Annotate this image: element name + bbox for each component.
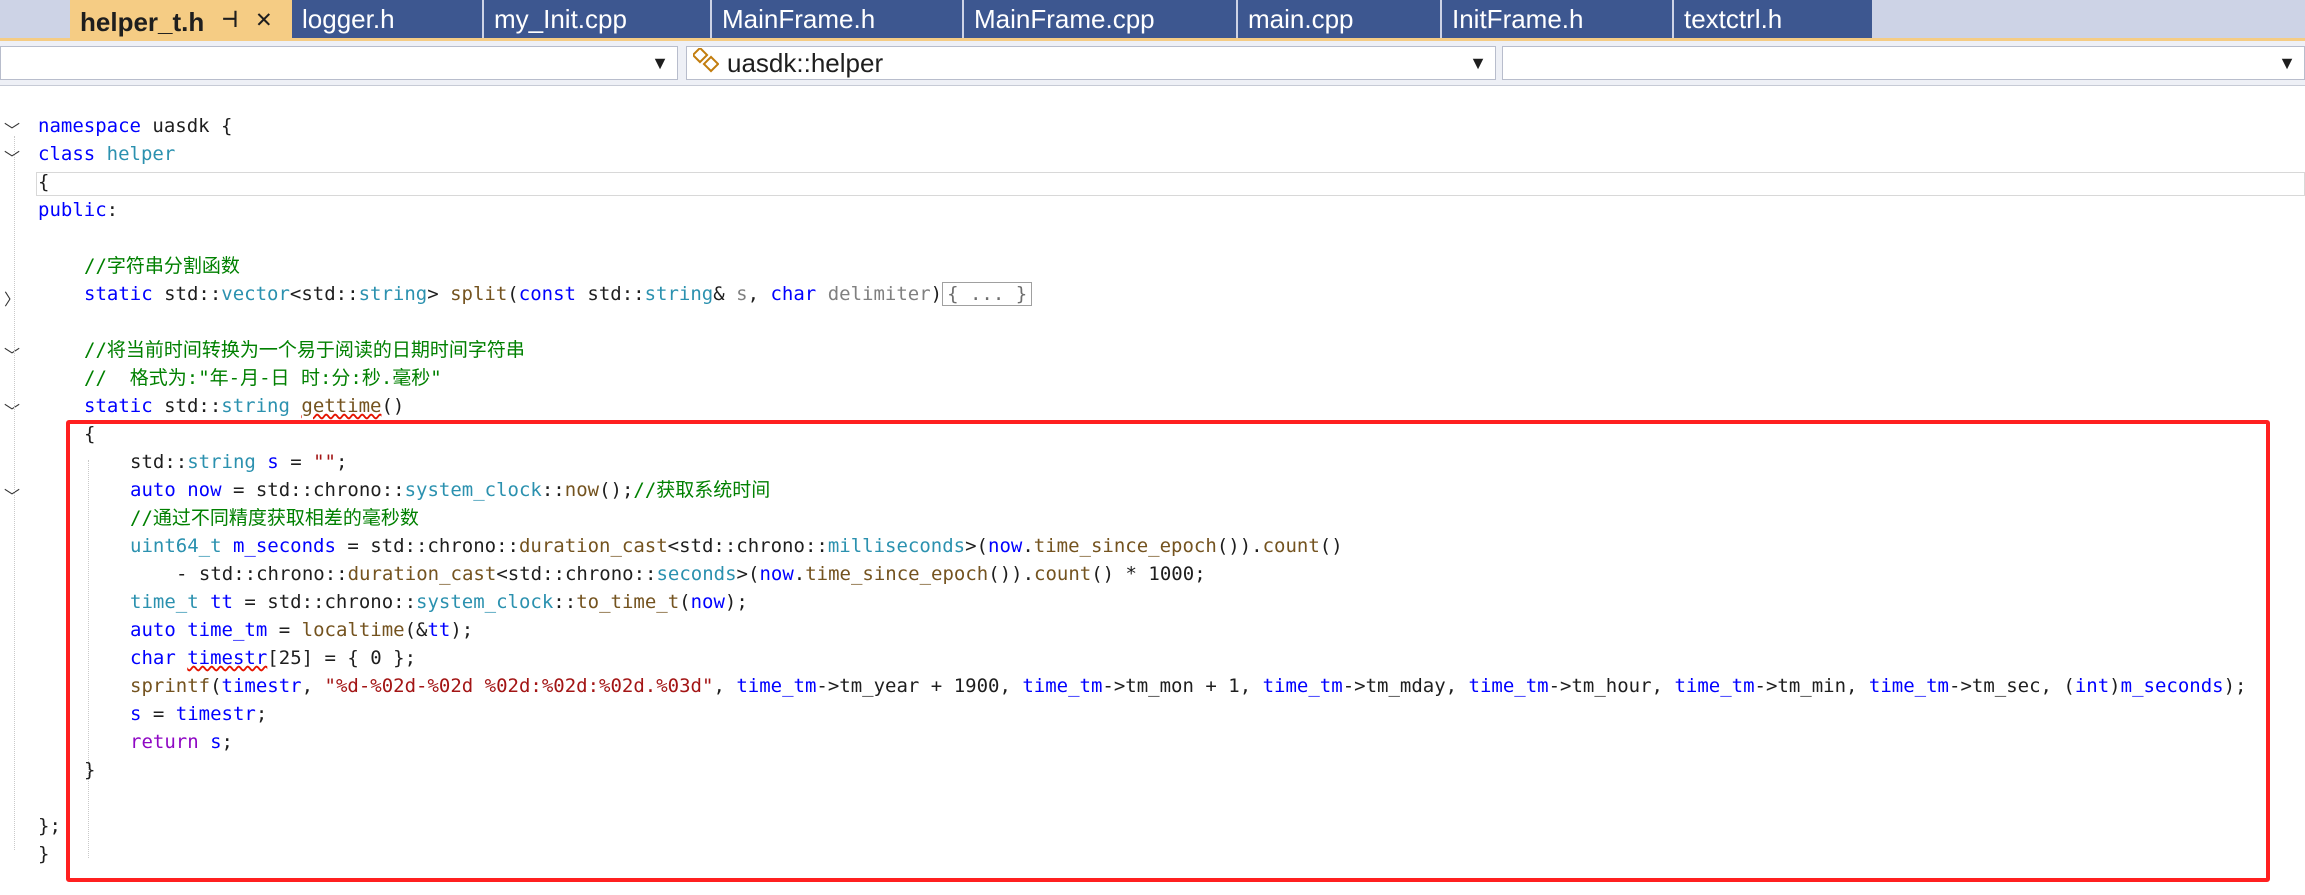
punctuation: : [106,199,119,221]
fold-collapse-icon[interactable]: ﹀ [4,342,20,366]
chevron-down-icon: ▼ [651,53,669,73]
code-line: } [38,841,49,867]
code-editor[interactable]: ﹀ ﹀ 〉 ﹀ ﹀ ﹀ namespace uasdk { class help… [0,86,2305,895]
chevron-down-icon: ▼ [2278,53,2296,73]
comment: //获取系统时间 [633,479,771,501]
tab-label: helper_t.h [80,7,205,37]
code-line: char timestr[25] = { 0 }; [130,647,417,669]
tab-label: logger.h [302,4,395,34]
code-line: - std::chrono::duration_cast<std::chrono… [176,563,1206,585]
code-line: //将当前时间转换为一个易于阅读的日期时间字符串 [84,337,525,363]
code-line: static std::vector<std::string> split(co… [84,281,1033,307]
brace: }; [38,815,61,837]
close-icon[interactable]: ✕ [256,0,272,38]
number-literal: 25 [278,647,302,669]
number-literal: 1900 [953,675,1000,697]
tab-label: main.cpp [1248,4,1354,34]
code-line: auto time_tm = localtime(&tt); [130,619,474,641]
number-literal: 0 [370,647,382,669]
string-literal: "" [313,451,336,473]
tab-initframe-h[interactable]: InitFrame.h [1442,0,1672,38]
code-line: time_t tt = std::chrono::system_clock::t… [130,591,748,613]
current-line-indicator [36,172,2305,196]
code-line: //字符串分割函数 [84,253,240,279]
project-scope-dropdown[interactable]: ▼ [0,46,678,80]
tab-label: textctrl.h [1684,4,1783,34]
fold-collapse-icon[interactable]: ﹀ [4,145,20,169]
string-literal: "%d-%02d-%02d %02d:%02d:%02d.%03d" [324,675,714,697]
tab-label: MainFrame.h [722,4,876,34]
fold-collapse-icon[interactable]: ﹀ [4,117,20,141]
number-literal: 1000 [1148,563,1195,585]
chevron-down-icon: ▼ [1469,53,1487,73]
indent-guide [14,136,15,850]
code-line: class helper [38,141,175,167]
code-line: sprintf(timestr, "%d-%02d-%02d %02d:%02d… [130,675,2247,697]
keyword: namespace [38,115,141,137]
class-name: helper [95,143,176,165]
brace: { [38,171,50,193]
code-line: static std::string gettime() [84,395,405,417]
number-literal: 1 [1228,675,1240,697]
fold-expand-icon[interactable]: 〉 [4,286,20,310]
tab-textctrl-h[interactable]: textctrl.h [1674,0,1872,38]
brace: } [38,843,50,865]
member-scope-dropdown[interactable]: ▼ [1502,46,2305,80]
collapsed-region-indicator[interactable]: { ... } [942,282,1033,306]
fold-collapse-icon[interactable]: ﹀ [4,398,20,422]
code-line: namespace uasdk { [38,113,232,139]
code-line: std::string s = ""; [130,451,348,473]
tab-my-init-cpp[interactable]: my_Init.cpp [484,0,710,38]
tab-mainframe-h[interactable]: MainFrame.h [712,0,962,38]
code-line: uint64_t m_seconds = std::chrono::durati… [130,535,1343,557]
code-line: //通过不同精度获取相差的毫秒数 [130,505,419,531]
type-scope-value: uasdk::helper [727,48,884,78]
identifier: uasdk { [140,115,233,137]
tab-mainframe-cpp[interactable]: MainFrame.cpp [964,0,1236,38]
comment: //通过不同精度获取相差的毫秒数 [130,507,419,529]
code-line: return s; [130,731,233,753]
tab-main-cpp[interactable]: main.cpp [1238,0,1440,38]
code-line: s = timestr; [130,703,268,725]
code-line: }; [38,813,61,839]
code-line: // 格式为:"年-月-日 时:分:秒.毫秒" [84,365,442,391]
tab-label: my_Init.cpp [494,4,627,34]
code-line: } [84,759,96,781]
code-line: public: [38,197,118,223]
class-icon [693,48,719,73]
keyword: class [38,143,96,165]
document-tab-strip: helper_t.h ⊣ ✕ logger.h my_Init.cpp Main… [0,0,2305,41]
comment: //将当前时间转换为一个易于阅读的日期时间字符串 [84,339,525,361]
fold-collapse-icon[interactable]: ﹀ [4,483,20,507]
comment: //字符串分割函数 [84,255,240,277]
code-line: { [38,169,49,195]
code-line: { [84,423,96,445]
tab-label: InitFrame.h [1452,4,1584,34]
type-scope-dropdown[interactable]: uasdk::helper ▼ [686,46,1496,80]
keyword: public [38,199,107,221]
comment: // 格式为:"年-月-日 时:分:秒.毫秒" [84,367,442,389]
tab-logger-h[interactable]: logger.h [292,0,482,38]
tab-label: MainFrame.cpp [974,4,1155,34]
pin-icon[interactable]: ⊣ [222,0,238,38]
navigation-bar: ▼ uasdk::helper ▼ ▼ [0,41,2305,86]
code-line: auto now = std::chrono::system_clock::no… [130,479,771,501]
